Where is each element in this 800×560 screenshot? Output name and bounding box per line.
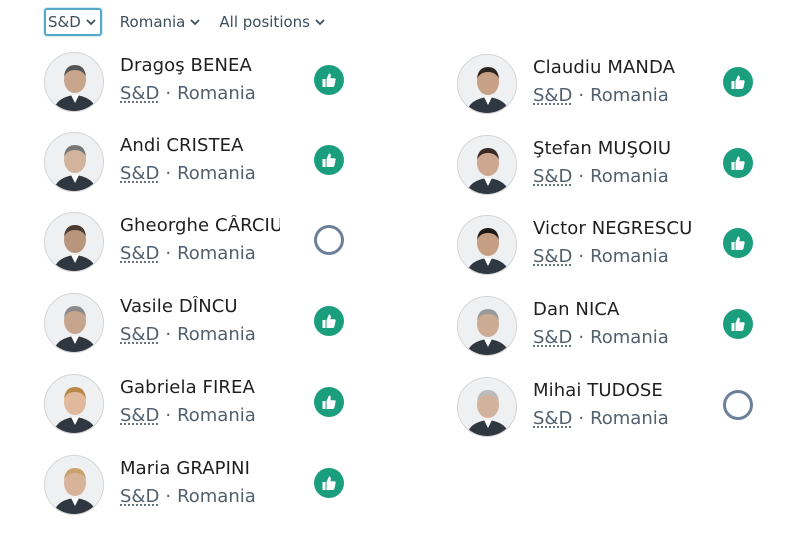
member-meta: S&D · Romania <box>120 83 256 104</box>
group-abbreviation[interactable]: S&D <box>533 246 572 267</box>
avatar[interactable] <box>457 54 517 114</box>
avatar[interactable] <box>44 374 104 434</box>
member-meta: S&D · Romania <box>533 327 669 348</box>
member-country: Romania <box>590 408 669 429</box>
chevron-down-icon <box>85 16 97 28</box>
thumb-up-icon <box>314 65 344 95</box>
thumb-up-icon <box>314 145 344 175</box>
group-abbreviation[interactable]: S&D <box>120 486 159 507</box>
member-country: Romania <box>177 405 256 426</box>
meta-separator: · <box>578 166 585 187</box>
thumb-up-icon <box>723 67 753 97</box>
member-name[interactable]: Vasile DÎNCU <box>120 296 280 317</box>
meta-separator: · <box>165 243 172 264</box>
avatar[interactable] <box>457 296 517 356</box>
member-row[interactable]: Mihai TUDOSE S&D · Romania <box>457 377 777 441</box>
meta-separator: · <box>165 324 172 345</box>
thumb-up-icon <box>723 309 753 339</box>
member-name[interactable]: Dragoş BENEA <box>120 55 280 76</box>
meta-separator: · <box>165 486 172 507</box>
group-abbreviation[interactable]: S&D <box>120 83 159 104</box>
avatar[interactable] <box>44 455 104 515</box>
filter-group-label: S&D <box>48 13 81 31</box>
member-row[interactable]: Victor NEGRESCU S&D · Romania <box>457 215 777 279</box>
member-meta: S&D · Romania <box>533 85 669 106</box>
thumb-up-icon <box>314 387 344 417</box>
group-abbreviation[interactable]: S&D <box>533 408 572 429</box>
member-meta: S&D · Romania <box>120 243 256 264</box>
member-name[interactable]: Dan NICA <box>533 299 691 320</box>
member-row[interactable]: Ştefan MUŞOIU S&D · Romania <box>457 135 777 199</box>
member-name[interactable]: Ştefan MUŞOIU <box>533 138 691 159</box>
filter-country-label: Romania <box>119 13 186 31</box>
avatar[interactable] <box>457 215 517 275</box>
avatar[interactable] <box>44 52 104 112</box>
empty-circle-icon <box>723 390 753 420</box>
avatar[interactable] <box>44 212 104 272</box>
member-name[interactable]: Victor NEGRESCU <box>533 218 691 239</box>
avatar[interactable] <box>457 377 517 437</box>
member-name[interactable]: Gheorghe CÂRCIU <box>120 215 280 236</box>
member-meta: S&D · Romania <box>533 246 669 267</box>
member-meta: S&D · Romania <box>533 408 669 429</box>
member-country: Romania <box>177 243 256 264</box>
thumb-up-icon <box>723 148 753 178</box>
member-country: Romania <box>177 163 256 184</box>
chevron-down-icon <box>189 16 201 28</box>
chevron-down-icon <box>314 16 326 28</box>
meta-separator: · <box>578 85 585 106</box>
avatar[interactable] <box>457 135 517 195</box>
member-country: Romania <box>177 486 256 507</box>
thumb-up-icon <box>314 468 344 498</box>
filter-position-label: All positions <box>219 13 310 31</box>
meta-separator: · <box>165 405 172 426</box>
meta-separator: · <box>578 246 585 267</box>
group-abbreviation[interactable]: S&D <box>533 85 572 106</box>
avatar[interactable] <box>44 132 104 192</box>
avatar[interactable] <box>44 293 104 353</box>
member-country: Romania <box>590 166 669 187</box>
member-row[interactable]: Claudiu MANDA S&D · Romania <box>457 54 777 118</box>
member-meta: S&D · Romania <box>120 324 256 345</box>
member-country: Romania <box>177 83 256 104</box>
member-country: Romania <box>590 246 669 267</box>
group-abbreviation[interactable]: S&D <box>533 166 572 187</box>
meta-separator: · <box>578 327 585 348</box>
member-country: Romania <box>177 324 256 345</box>
meta-separator: · <box>165 83 172 104</box>
member-row[interactable]: Dragoş BENEA S&D · Romania <box>44 52 364 116</box>
member-country: Romania <box>590 327 669 348</box>
meta-separator: · <box>165 163 172 184</box>
group-abbreviation[interactable]: S&D <box>120 243 159 264</box>
member-name[interactable]: Claudiu MANDA <box>533 57 691 78</box>
filter-country[interactable]: Romania <box>120 13 202 31</box>
member-row[interactable]: Vasile DÎNCU S&D · Romania <box>44 293 364 357</box>
member-name[interactable]: Andi CRISTEA <box>120 135 280 156</box>
group-abbreviation[interactable]: S&D <box>120 163 159 184</box>
filter-group[interactable]: S&D <box>44 8 102 36</box>
group-abbreviation[interactable]: S&D <box>120 405 159 426</box>
member-row[interactable]: Gheorghe CÂRCIU S&D · Romania <box>44 212 364 276</box>
member-meta: S&D · Romania <box>533 166 669 187</box>
member-name[interactable]: Mihai TUDOSE <box>533 380 691 401</box>
group-abbreviation[interactable]: S&D <box>120 324 159 345</box>
member-row[interactable]: Maria GRAPINI S&D · Romania <box>44 455 364 519</box>
member-country: Romania <box>590 85 669 106</box>
member-row[interactable]: Andi CRISTEA S&D · Romania <box>44 132 364 196</box>
group-abbreviation[interactable]: S&D <box>533 327 572 348</box>
member-meta: S&D · Romania <box>120 486 256 507</box>
member-meta: S&D · Romania <box>120 163 256 184</box>
thumb-up-icon <box>723 228 753 258</box>
meta-separator: · <box>578 408 585 429</box>
member-row[interactable]: Gabriela FIREA S&D · Romania <box>44 374 364 438</box>
member-name[interactable]: Gabriela FIREA <box>120 377 280 398</box>
filter-bar: S&D Romania All positions <box>44 6 344 38</box>
member-row[interactable]: Dan NICA S&D · Romania <box>457 296 777 360</box>
thumb-up-icon <box>314 306 344 336</box>
filter-position[interactable]: All positions <box>219 13 326 31</box>
member-name[interactable]: Maria GRAPINI <box>120 458 280 479</box>
member-meta: S&D · Romania <box>120 405 256 426</box>
empty-circle-icon <box>314 225 344 255</box>
